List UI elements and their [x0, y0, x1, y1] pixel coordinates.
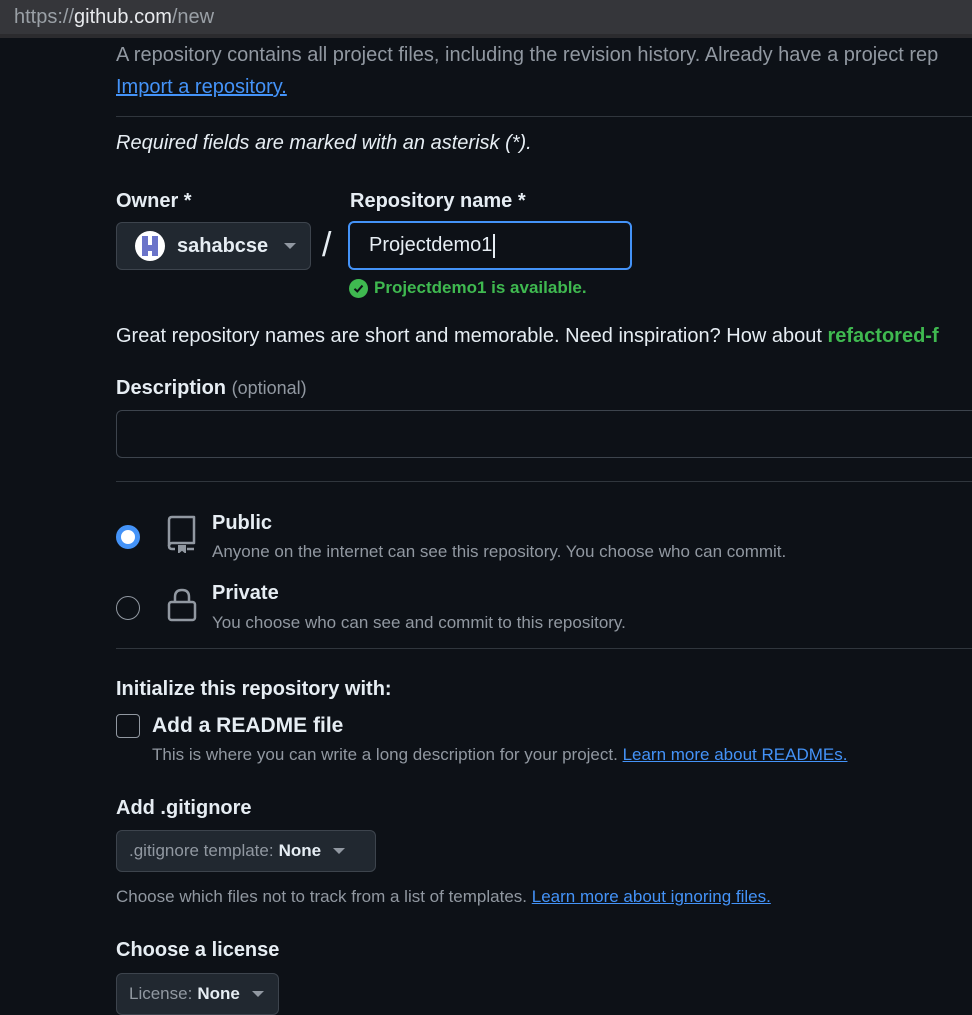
- url-host: github.com: [74, 6, 172, 28]
- description-label: Description (optional): [116, 377, 307, 400]
- divider: [116, 648, 972, 649]
- divider: [116, 481, 972, 482]
- name-hint-text: Great repository names are short and mem…: [116, 325, 822, 347]
- public-radio[interactable]: [116, 525, 140, 549]
- lock-icon: [166, 587, 198, 628]
- divider: [116, 116, 972, 117]
- required-fields-note: Required fields are marked with an aster…: [116, 132, 532, 154]
- chevron-down-icon: [333, 848, 346, 854]
- add-readme-label[interactable]: Add a README file: [152, 714, 343, 738]
- description-label-text: Description: [116, 377, 227, 399]
- gitignore-select-label: .gitignore template:: [129, 841, 274, 860]
- private-radio[interactable]: [116, 596, 140, 620]
- check-circle-icon: [349, 278, 368, 298]
- text-cursor: [493, 233, 496, 258]
- chevron-down-icon: [284, 243, 297, 249]
- gitignore-heading: Add .gitignore: [116, 797, 252, 819]
- license-dropdown[interactable]: License: None: [116, 973, 279, 1015]
- gitignore-help: Choose which files not to track from a l…: [116, 887, 771, 907]
- avatar: [135, 231, 165, 261]
- initialize-heading: Initialize this repository with:: [116, 678, 392, 700]
- readme-description: This is where you can write a long descr…: [152, 745, 847, 765]
- learn-more-readmes-link[interactable]: Learn more about READMEs.: [623, 745, 848, 764]
- license-heading: Choose a license: [116, 939, 280, 961]
- browser-address-bar[interactable]: https://github.com/new: [0, 0, 972, 38]
- repo-icon: [166, 515, 198, 558]
- optional-tag: (optional): [231, 378, 307, 398]
- intro-text: A repository contains all project files,…: [116, 44, 939, 66]
- gitignore-template-dropdown[interactable]: .gitignore template: None: [116, 830, 376, 872]
- readme-description-text: This is where you can write a long descr…: [152, 745, 618, 764]
- add-readme-checkbox[interactable]: [116, 714, 140, 738]
- name-suggestion[interactable]: refactored-f: [827, 325, 938, 347]
- private-title: Private: [212, 582, 279, 604]
- description-input[interactable]: [116, 410, 972, 458]
- owner-repo-separator: /: [322, 226, 332, 264]
- repository-name-value: Projectdemo1: [369, 234, 493, 256]
- name-hint: Great repository names are short and mem…: [116, 325, 939, 348]
- availability-status: Projectdemo1 is available.: [349, 278, 587, 298]
- chevron-down-icon: [251, 991, 264, 997]
- import-repository-link[interactable]: Import a repository.: [116, 76, 287, 99]
- url-path: /new: [171, 6, 215, 28]
- repository-name-input[interactable]: Projectdemo1: [348, 221, 632, 270]
- owner-label: Owner *: [116, 190, 192, 212]
- public-title: Public: [212, 512, 273, 534]
- availability-text: Projectdemo1 is available.: [374, 278, 587, 297]
- url-protocol: https://: [14, 6, 75, 28]
- learn-more-ignoring-files-link[interactable]: Learn more about ignoring files.: [532, 887, 771, 906]
- owner-name: sahabcse: [177, 234, 269, 257]
- owner-dropdown[interactable]: sahabcse: [116, 222, 311, 270]
- repository-name-label: Repository name *: [350, 190, 526, 212]
- license-select-label: License:: [129, 984, 193, 1003]
- private-description: You choose who can see and commit to thi…: [212, 613, 626, 632]
- license-select-value: None: [197, 984, 240, 1003]
- public-description: Anyone on the internet can see this repo…: [212, 542, 787, 561]
- gitignore-help-text: Choose which files not to track from a l…: [116, 887, 528, 906]
- gitignore-select-value: None: [278, 841, 322, 860]
